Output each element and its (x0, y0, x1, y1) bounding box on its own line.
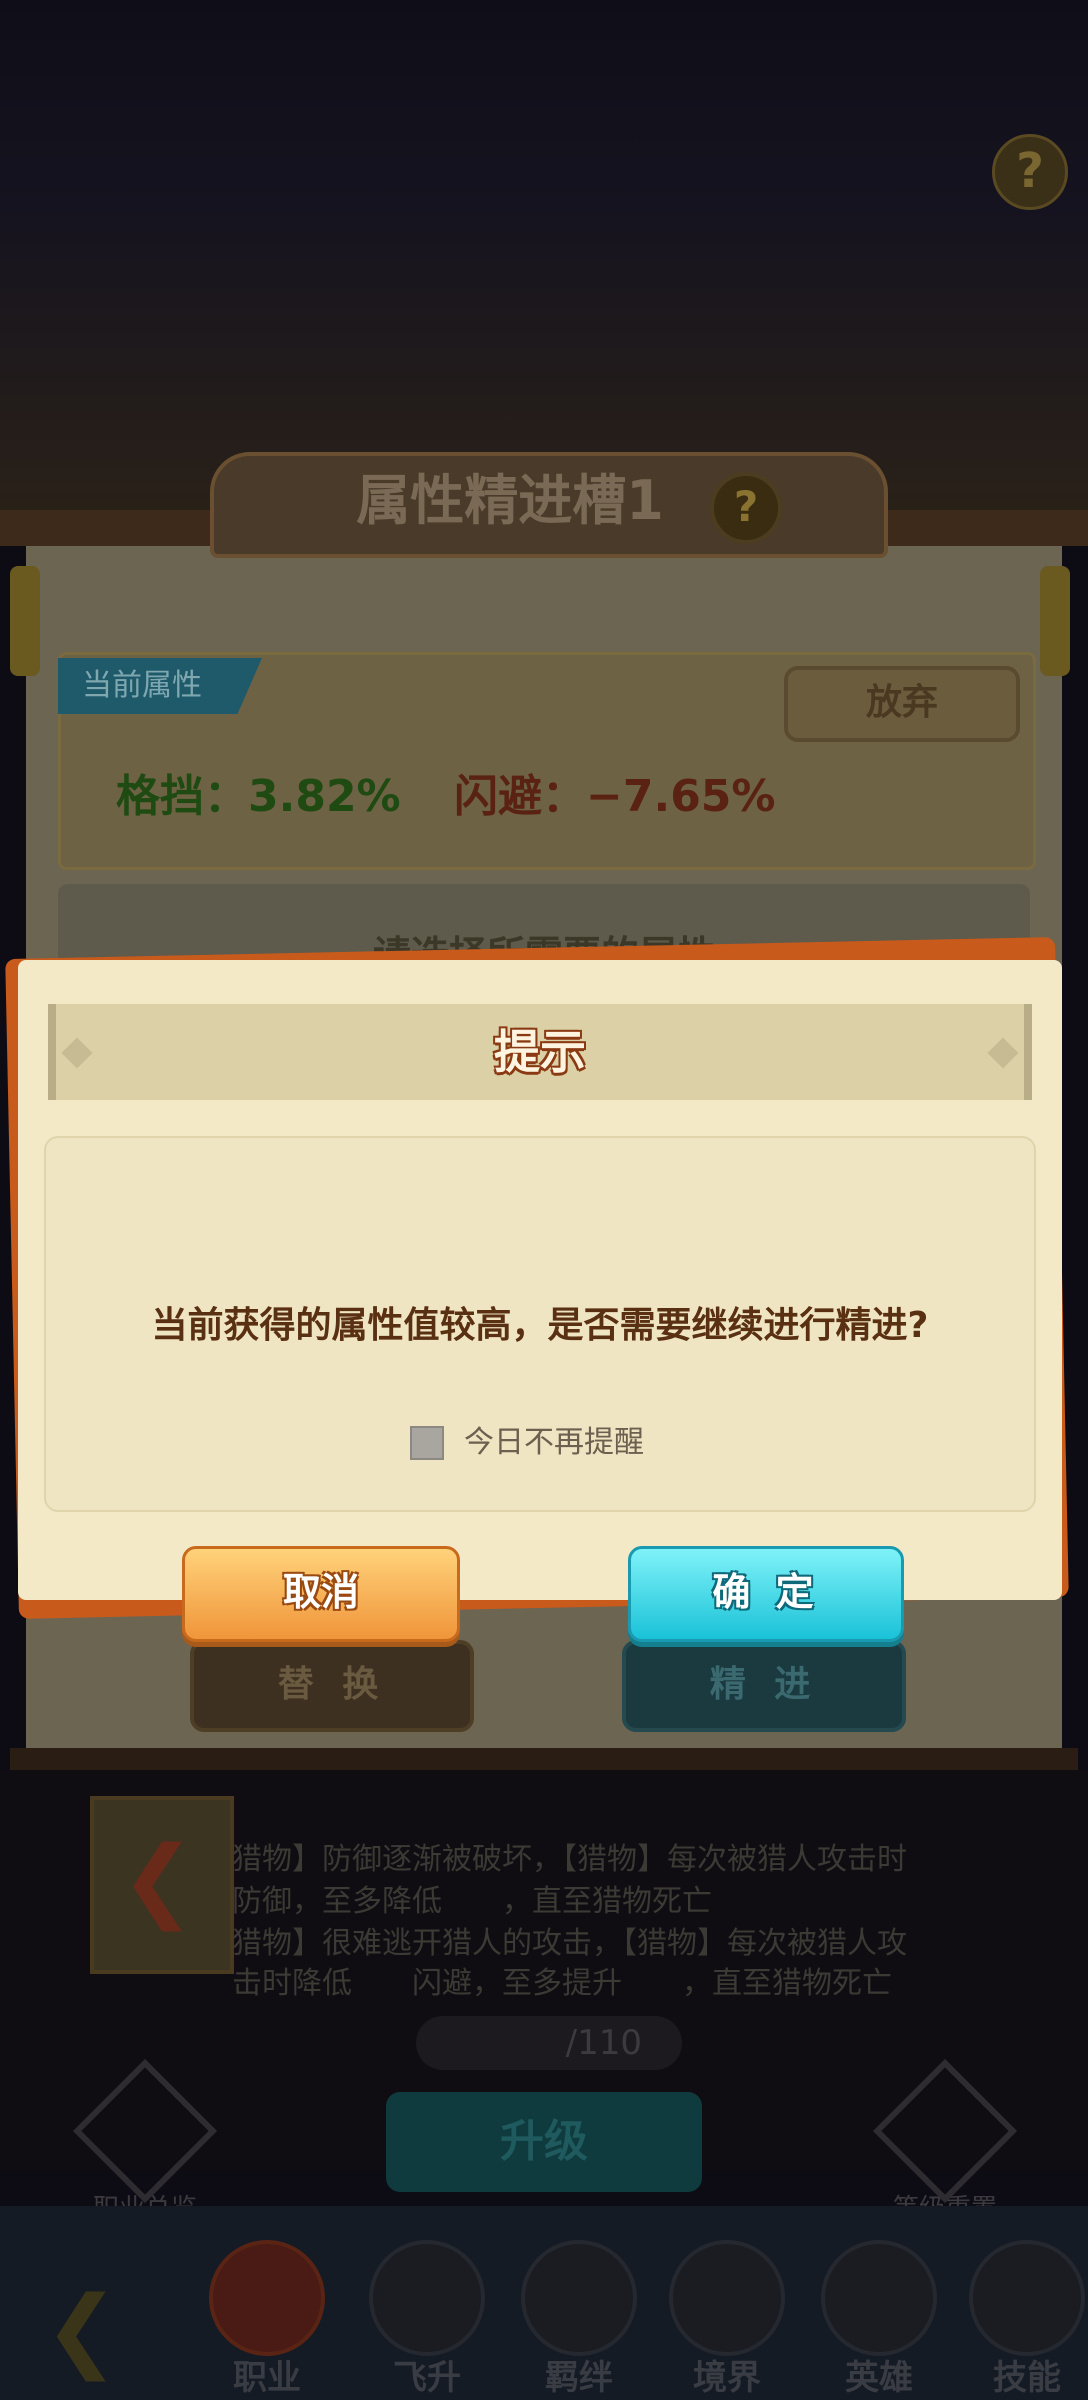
confirm-button[interactable]: 确 定 (628, 1546, 904, 1642)
scroll-end-right (1040, 566, 1070, 676)
nav-label: 飞升 (393, 2358, 461, 2398)
panel-help-icon[interactable]: ? (710, 472, 782, 544)
upgrade-button[interactable]: 升级 (386, 2092, 702, 2192)
book-icon (209, 2240, 325, 2356)
nav-label: 境界 (693, 2358, 761, 2398)
background-top (0, 0, 1088, 520)
skill-icon (969, 2240, 1085, 2356)
dont-remind-checkbox[interactable] (410, 1426, 444, 1460)
nav-item-job[interactable]: 职业 (208, 2240, 326, 2400)
back-icon[interactable]: ❮ (44, 2285, 154, 2375)
cancel-button[interactable]: 取消 (182, 1546, 460, 1642)
attribute-dodge: 闪避：−7.65% (454, 771, 776, 822)
scroll-end-left (10, 566, 40, 676)
hero-icon (821, 2240, 937, 2356)
cloud-icon (369, 2240, 485, 2356)
attribute-block: 格挡：3.82% (116, 771, 401, 822)
nav-item-realm[interactable]: 境界 (668, 2240, 786, 2400)
description-line: 猎物】防御逐渐被破坏，【猎物】每次被猎人攻击时 (232, 1842, 907, 1877)
scroll-rod-bottom (10, 1748, 1078, 1770)
panel-title: 属性精进槽1 (356, 469, 664, 532)
help-icon[interactable]: ? (992, 134, 1068, 210)
nav-label: 职业 (233, 2358, 301, 2398)
dont-remind-label[interactable]: 今日不再提醒 (464, 1426, 644, 1460)
dialog-message: 当前获得的属性值较高，是否需要继续进行精进? (151, 1305, 929, 1346)
left-arrow-icon[interactable]: ❮ (96, 1810, 220, 1950)
grid-icon (72, 2058, 218, 2204)
description-line: 猎物】很难逃开猎人的攻击，【猎物】每次被猎人攻 (232, 1926, 907, 1961)
bond-icon (521, 2240, 637, 2356)
nav-item-skill[interactable]: 技能 (968, 2240, 1086, 2400)
nav-item-ascend[interactable]: 飞升 (368, 2240, 486, 2400)
description-line: 击时降低 闪避，至多提升 ，直至猎物死亡 (232, 1966, 892, 2001)
nav-label: 英雄 (845, 2358, 913, 2398)
replace-button[interactable]: 替 换 (190, 1640, 474, 1732)
reset-icon (872, 2058, 1018, 2204)
nav-label: 技能 (993, 2358, 1061, 2398)
nav-item-bond[interactable]: 羁绊 (520, 2240, 638, 2400)
resource-counter: /110 (416, 2016, 682, 2070)
refine-button[interactable]: 精 进 (622, 1640, 906, 1732)
realm-icon (669, 2240, 785, 2356)
job-overview-button[interactable]: 职业总览 (70, 2058, 220, 2225)
nav-label: 羁绊 (545, 2358, 613, 2398)
abandon-button[interactable]: 放弃 (784, 666, 1020, 742)
level-reset-button[interactable]: 等级重置 (870, 2058, 1020, 2225)
nav-item-hero[interactable]: 英雄 (820, 2240, 938, 2400)
description-line: 防御，至多降低 ，直至猎物死亡 (232, 1884, 712, 1919)
dialog-title: 提示 (494, 1025, 586, 1079)
current-attribute-tag: 当前属性 (58, 658, 262, 714)
